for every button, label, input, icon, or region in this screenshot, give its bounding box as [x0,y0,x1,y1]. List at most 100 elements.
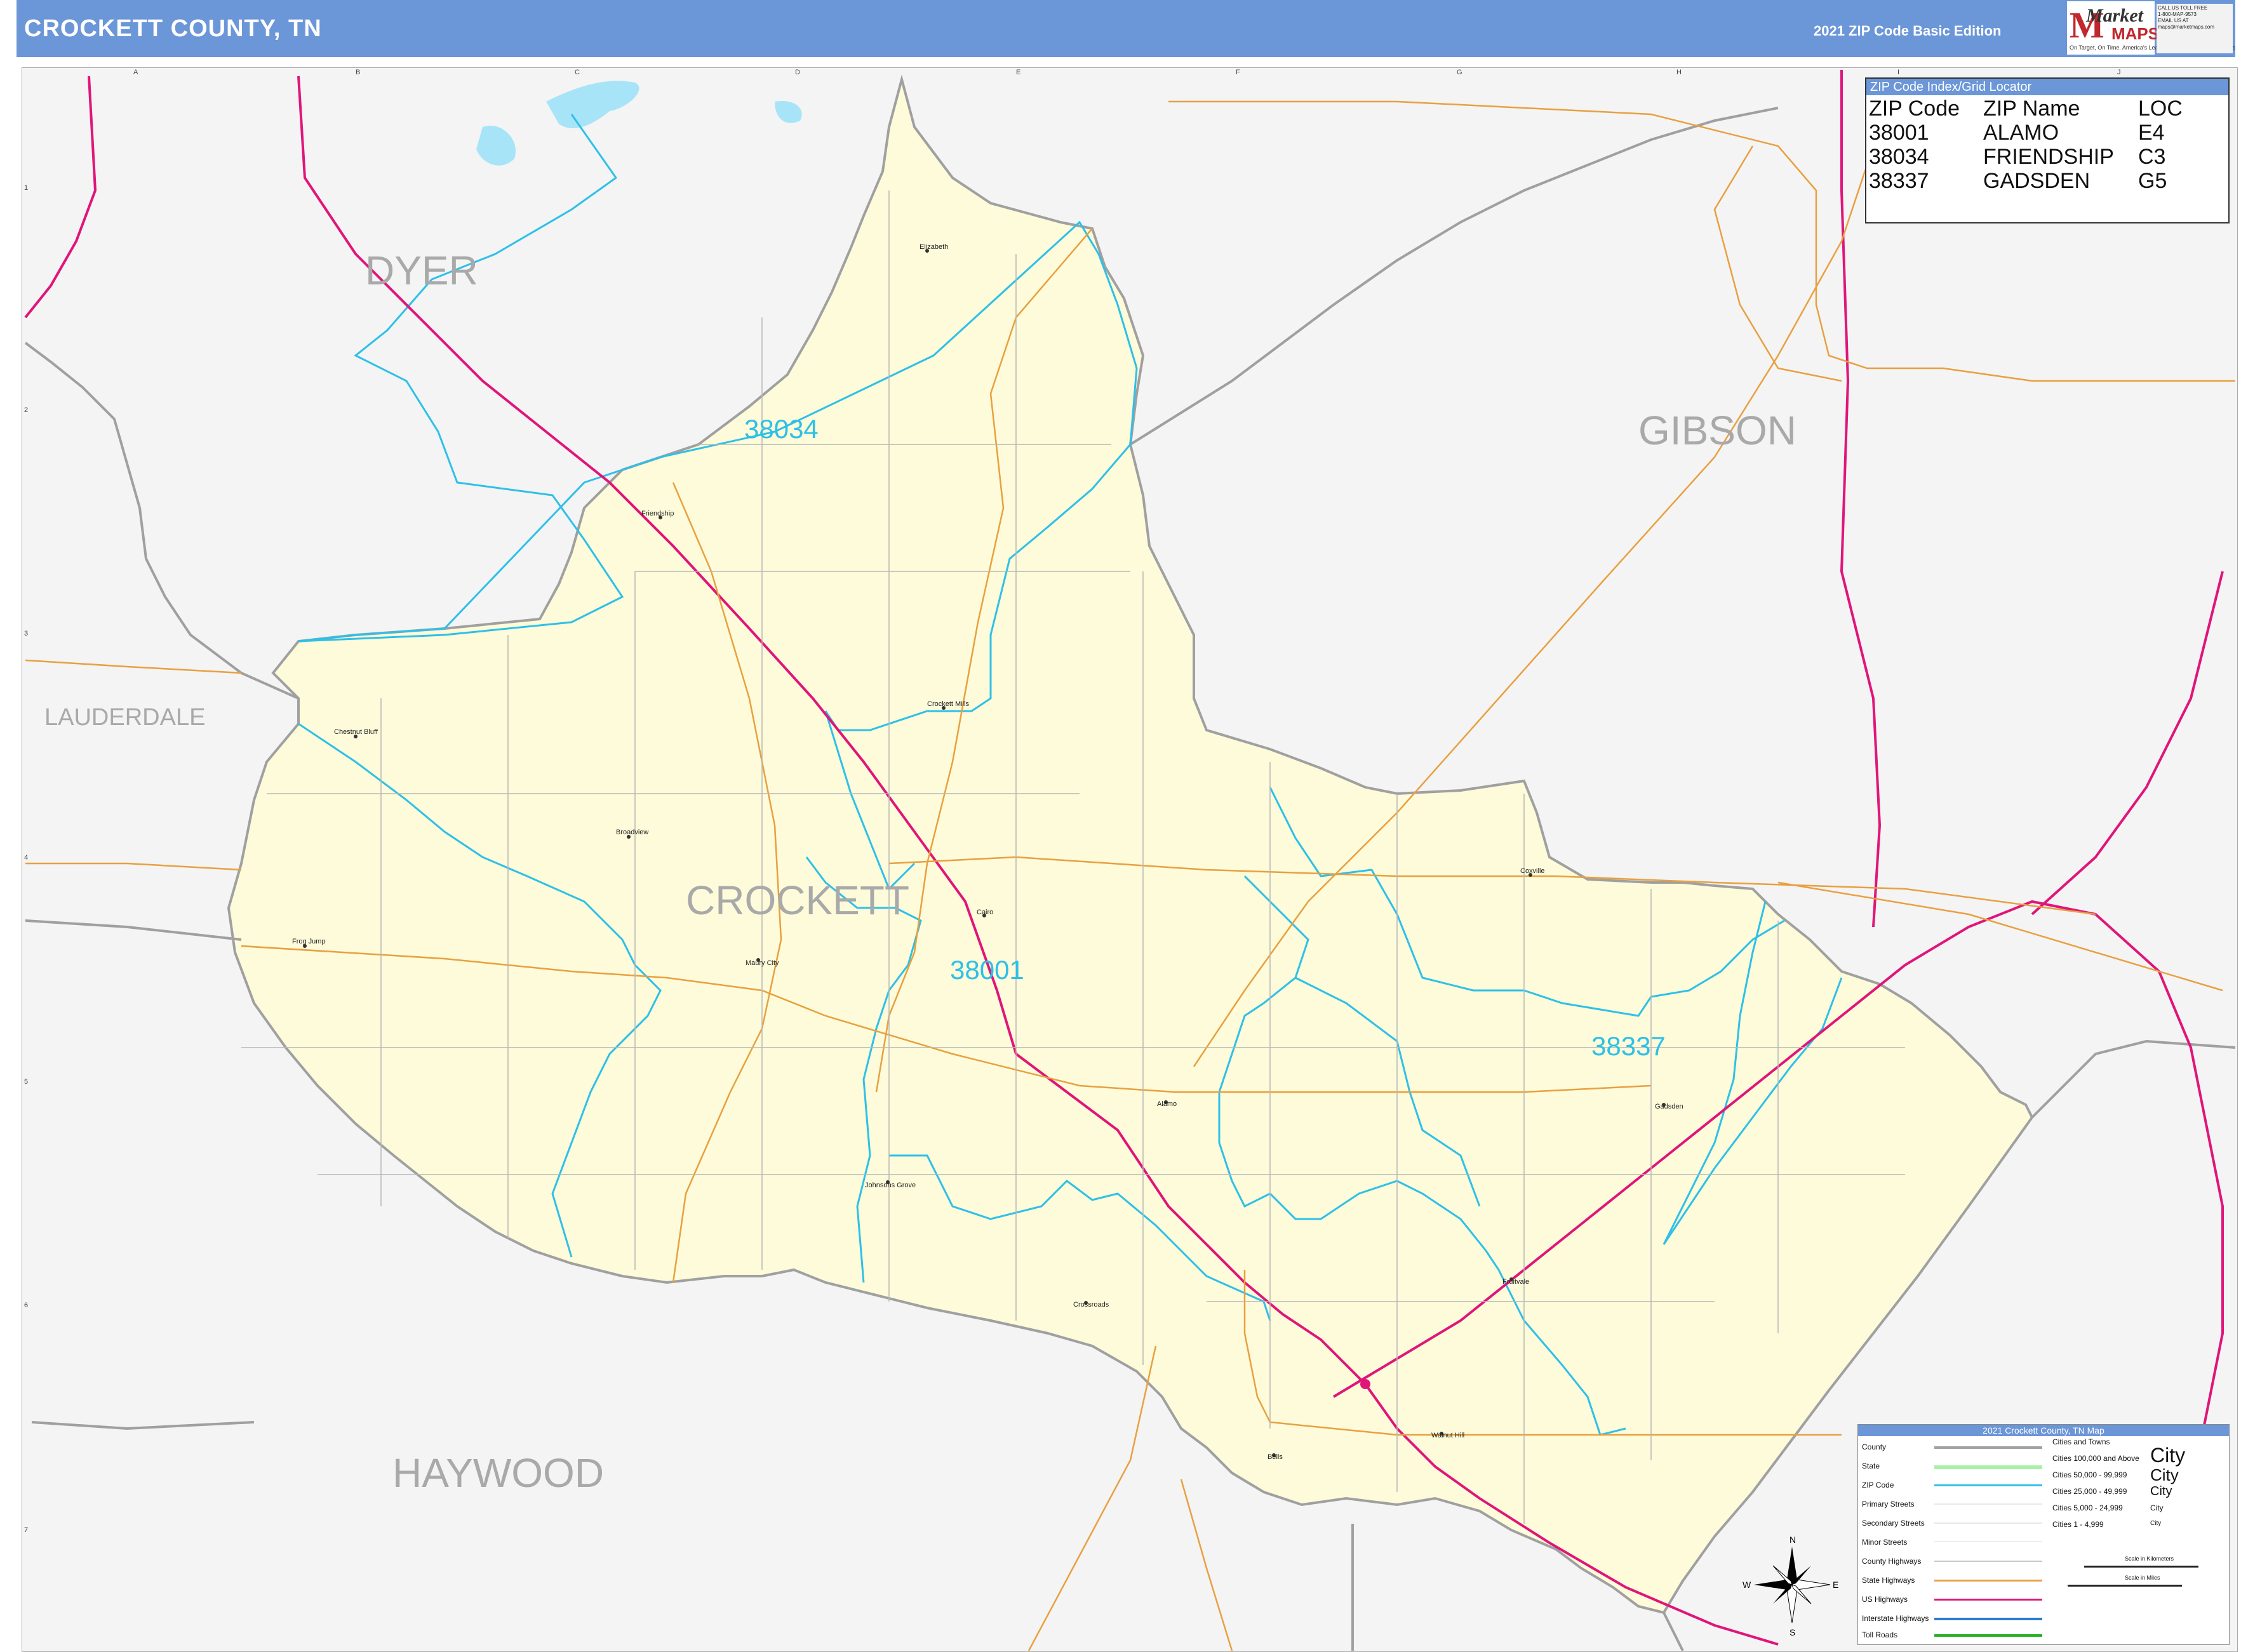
legend-city-sample: City [2150,1484,2172,1498]
zip-index-cell: C3 [2138,145,2166,169]
county-label-haywood: HAYWOOD [392,1450,604,1496]
legend-item: Toll Roads [1862,1630,1898,1639]
zip-index-header: LOC [2138,97,2183,121]
town-label-maury-city: Maury City [746,959,779,967]
lake [546,81,639,129]
grid-row-label: 2 [24,406,29,414]
town-label-fruitvale: Fruitvale [1502,1278,1529,1286]
grid-row-label: 5 [24,1078,29,1086]
legend-city-row: Cities 5,000 - 24,999 [2052,1503,2123,1512]
legend-cities-title: Cities and Towns [2052,1437,2110,1446]
legend-swatch-zip [1934,1484,2042,1486]
state-highway [25,659,242,674]
legend-item: US Highways [1862,1595,1908,1604]
legend-title: 2021 Crockett County, TN Map [1858,1425,2229,1436]
town-label-frog-jump: Frog Jump [292,938,326,945]
town-label-coxville: Coxville [1520,867,1545,875]
grid-col-label: E [1016,69,1021,76]
grid-col-label: A [133,69,138,76]
zip-index-cell: E4 [2138,121,2165,145]
town-label-crossroads: Crossroads [1073,1301,1109,1309]
legend-item: Minor Streets [1862,1538,1908,1547]
state-highway [25,862,242,871]
town-label-elizabeth: Elizabeth [920,243,948,251]
zip-index-cell: GADSDEN [1983,169,2090,193]
legend-item: Primary Streets [1862,1500,1915,1509]
legend-item: ZIP Code [1862,1481,1894,1489]
zip-index-cell[interactable]: 38034 [1869,145,1929,169]
us-highway [2031,571,2224,916]
legend-swatch-toll [1934,1634,2042,1637]
town-label-alamo: Alamo [1157,1100,1177,1108]
legend-city-row: Cities 25,000 - 49,999 [2052,1487,2127,1496]
county-label-crockett: CROCKETT [686,877,909,923]
legend-swatch-us-hwy [1934,1599,2042,1601]
compass-rose: N S E W [1743,1535,1838,1637]
zip-label-38001: 38001 [950,955,1024,985]
legend-swatch-secondary [1934,1522,2042,1524]
compass-w-label: W [1743,1580,1751,1590]
grid-row-label: 4 [24,854,29,862]
state-highway [1180,1479,1233,1651]
county-border [24,342,299,700]
grid-col-label: C [575,69,580,76]
zip-index-cell: G5 [2138,169,2167,193]
town-label-gadsden: Gadsden [1655,1103,1683,1110]
grid-row-label: 3 [24,630,29,637]
town-label-chestnut-bluff: Chestnut Bluff [334,728,378,736]
legend-swatch-county-hwy [1934,1561,2042,1562]
legend-item: State Highways [1862,1576,1915,1585]
zip-index-cell[interactable]: 38337 [1869,169,1929,193]
zip-label-38337: 38337 [1591,1031,1666,1061]
legend-swatch-state-hwy [1934,1580,2042,1582]
zip-index-title: ZIP Code Index/Grid Locator [1866,79,2228,95]
county-border [25,919,242,941]
county-map[interactable]: DYER GIBSON LAUDERDALE CROCKETT HAYWOOD … [0,0,2241,1651]
lake [476,126,516,166]
legend-swatch-state [1934,1465,2042,1469]
grid-col-label: H [1676,69,1682,76]
grid-col-label: J [2117,69,2121,76]
legend-item: State [1862,1462,1880,1470]
grid-col-label: F [1236,69,1240,76]
grid-col-label: I [1897,69,1900,76]
county-label-dyer: DYER [365,248,478,293]
zip-index-panel: ZIP Code Index/Grid Locator ZIP Code ZIP… [1865,77,2230,223]
grid-col-label: G [1457,69,1462,76]
town-label-cairo: Cairo [977,909,993,916]
zip-index-cell[interactable]: 38001 [1869,121,1929,145]
map-legend: 2021 Crockett County, TN Map County Stat… [1857,1424,2230,1645]
zip-index-cell: ALAMO [1983,121,2059,145]
county-label-lauderdale: LAUDERDALE [44,704,205,731]
zip-index-header: ZIP Code [1869,97,1960,121]
town-label-johnsons-grove: Johnsons Grove [865,1182,916,1189]
legend-city-sample: City [2150,1444,2186,1467]
state-highway [1027,1345,1157,1651]
town-label-walnut-hill: Walnut Hill [1431,1432,1464,1439]
town-label-crockett-mills: Crockett Mills [927,700,970,708]
legend-scale-mi: Scale in Miles [2125,1575,2160,1581]
compass-s-label: S [1789,1627,1795,1637]
town-label-broadview: Broadview [616,829,648,836]
legend-swatch-interstate [1934,1618,2042,1620]
town-label-friendship: Friendship [641,510,674,517]
interchange-icon [1360,1379,1370,1389]
county-border [31,1421,255,1430]
state-highway [1713,145,1842,382]
zip-index-cell: FRIENDSHIP [1983,145,2114,169]
grid-col-label: D [795,69,800,76]
legend-swatch-primary [1934,1503,2042,1505]
crockett-county-area [227,74,2034,1615]
zip-label-38034: 38034 [744,414,819,444]
legend-city-sample: City [2150,1465,2179,1484]
legend-city-row: Cities 50,000 - 99,999 [2052,1470,2127,1479]
legend-scale-km: Scale in Kilometers [2125,1555,2174,1562]
county-border [2031,1039,2236,1119]
scale-bar-mi [2068,1585,2182,1587]
legend-item: Secondary Streets [1862,1519,1925,1528]
us-highway [24,76,97,319]
legend-swatch-county [1934,1446,2042,1449]
scale-bar-km [2084,1566,2198,1568]
legend-city-sample: City [2150,1520,2162,1527]
legend-city-row: Cities 100,000 and Above [2052,1454,2139,1463]
